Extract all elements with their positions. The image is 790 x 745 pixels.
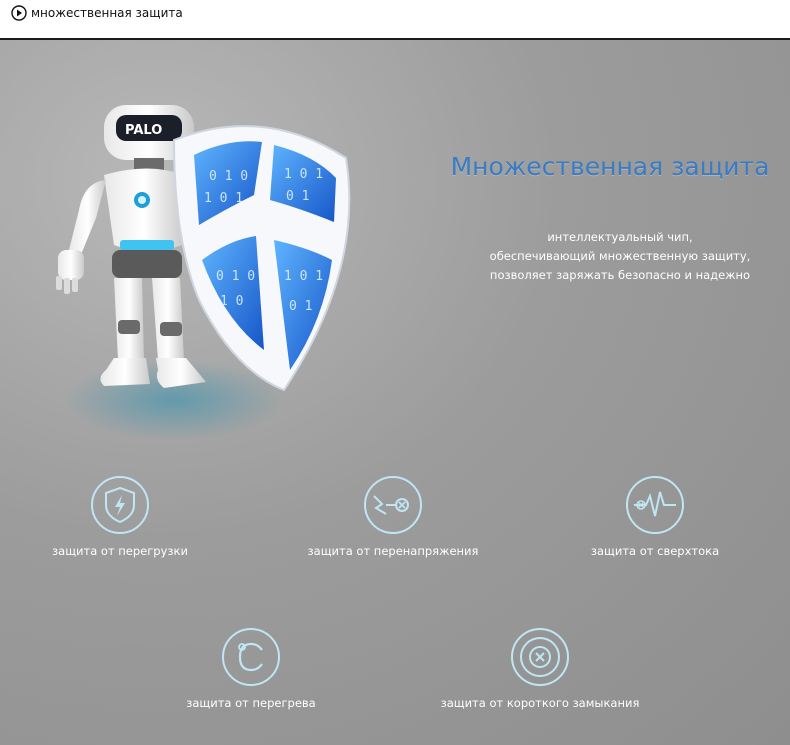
feature-overheat: защита от перегрева [176, 626, 326, 710]
description-line-2: обеспечивающий множественную защиту, [489, 249, 751, 263]
feature-label: защита от перегрева [186, 696, 316, 710]
svg-text:1 0 1: 1 0 1 [284, 269, 323, 284]
feature-short-circuit: защита от короткого замыкания [430, 626, 650, 710]
feature-label: защита от перенапряжения [307, 544, 479, 558]
voltage-cross-icon [364, 476, 422, 534]
feature-overload: защита от перегрузки [45, 474, 195, 558]
feature-overvoltage: защита от перенапряжения [303, 474, 483, 558]
description: интеллектуальный чип, обеспечивающий мно… [460, 228, 780, 285]
header-bar: множественная защита [0, 0, 790, 45]
pulse-wave-icon [626, 476, 684, 534]
svg-text:0 1 0: 0 1 0 [209, 169, 248, 184]
temperature-celsius-icon [222, 628, 280, 686]
section-title: множественная защита [31, 6, 183, 20]
description-line-1: интеллектуальный чип, [547, 230, 693, 244]
headline: Множественная защита [450, 152, 770, 181]
svg-text:1 0 1: 1 0 1 [204, 191, 243, 206]
svg-text:0 1 0: 0 1 0 [216, 269, 255, 284]
svg-text:1 0: 1 0 [220, 294, 243, 309]
svg-text:0 1: 0 1 [289, 299, 312, 314]
feature-label: защита от перегрузки [52, 544, 188, 558]
feature-label: защита от короткого замыкания [440, 696, 640, 710]
robot-badge-text: PALO [125, 123, 162, 138]
svg-text:1 0 1: 1 0 1 [284, 167, 323, 182]
description-line-3: позволяет заряжать безопасно и надежно [489, 268, 751, 282]
play-circle-icon [11, 5, 27, 21]
robot-shield-illustration: PALO 0 1 0 1 0 1 1 0 1 0 1 0 1 0 1 0 1 0… [56, 105, 351, 440]
feature-overcurrent: защита от сверхтока [580, 474, 730, 558]
svg-text:0 1: 0 1 [286, 189, 309, 204]
feature-label: защита от сверхтока [590, 544, 720, 558]
shield-lightning-icon [91, 476, 149, 534]
hero-section: PALO 0 1 0 1 0 1 1 0 1 0 1 0 1 0 1 0 1 0… [0, 40, 790, 745]
short-circuit-x-icon [511, 628, 569, 686]
